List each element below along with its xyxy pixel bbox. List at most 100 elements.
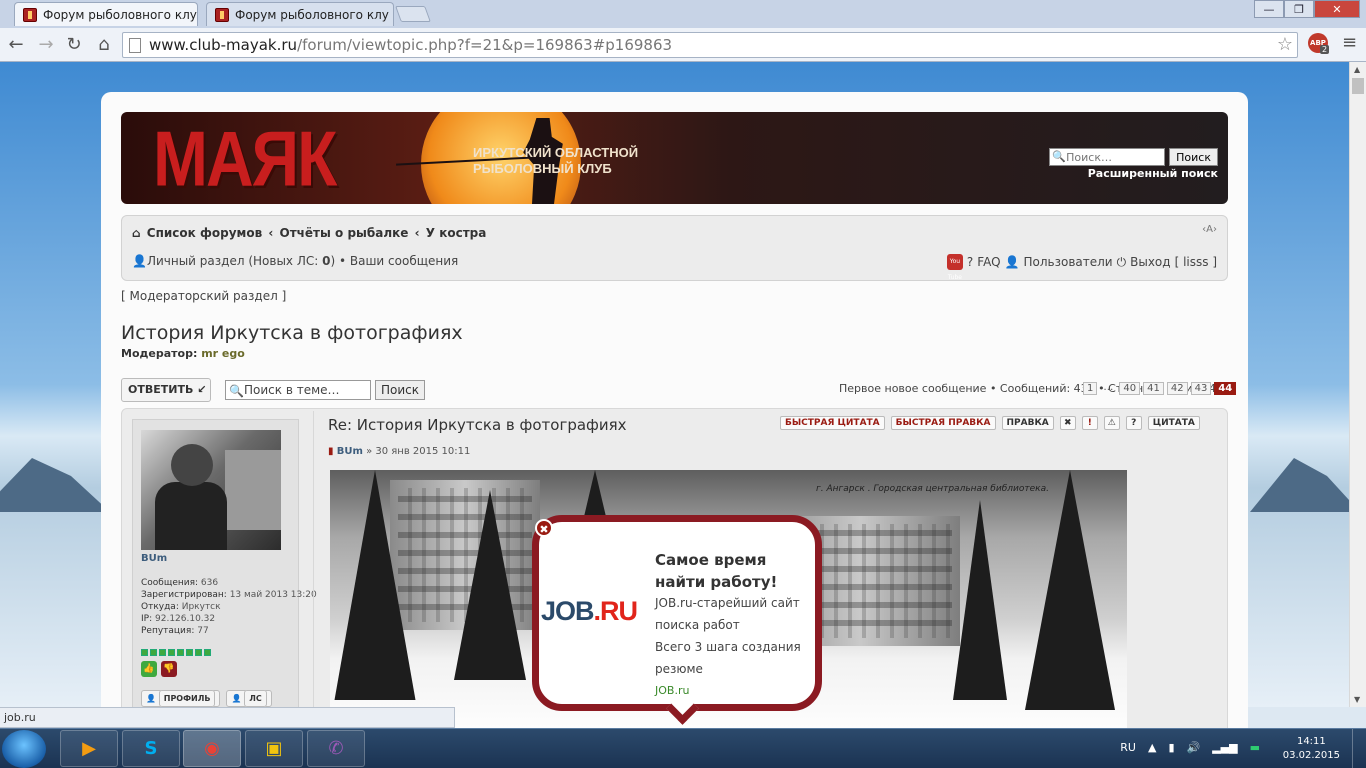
scroll-down-icon[interactable]: ▼ [1354, 695, 1360, 704]
new-tab-button[interactable] [395, 6, 431, 22]
page-link[interactable]: 42 [1166, 382, 1188, 395]
topic-moderator: Модератор: mr ego [121, 347, 245, 360]
pagination: 1 … 40 41 42 43 44 [1083, 382, 1237, 395]
header-search-button[interactable]: Поиск [1169, 148, 1218, 166]
topic-title[interactable]: История Иркутска в фотографиях [121, 322, 463, 344]
clock[interactable]: 14:11 03.02.2015 [1283, 735, 1340, 763]
topic-search-button[interactable]: Поиск [375, 380, 426, 400]
topic-search-input[interactable]: 🔍 Поиск в теме… [225, 380, 371, 400]
logout-username[interactable]: [ lisss ] [1175, 255, 1217, 269]
slogan-line: рыболовный клуб [473, 161, 612, 176]
delete-icon[interactable]: ✖ [1059, 416, 1076, 430]
battery-icon[interactable]: ▬ [1250, 741, 1260, 754]
info-icon[interactable]: ? [1125, 416, 1142, 430]
page-scrollbar[interactable]: ▲ ▼ [1349, 62, 1366, 707]
tab-close-icon[interactable]: × [389, 8, 393, 21]
language-indicator[interactable]: RU [1120, 741, 1136, 754]
reply-button[interactable]: ОТВЕТИТЬ ↙ [121, 378, 211, 402]
edit-button[interactable]: ПРАВКА [1001, 416, 1054, 430]
skype-icon[interactable]: S [122, 730, 180, 767]
volume-icon[interactable]: 🔊 [1187, 741, 1201, 754]
power-icon: ⏻ [1116, 254, 1127, 269]
tab-close-icon[interactable]: × [197, 8, 198, 21]
page-icon [129, 38, 141, 53]
page-link[interactable]: 43 [1190, 382, 1212, 395]
ad-title-line: найти работу! [655, 573, 778, 591]
job-logo[interactable]: JOB.RU [541, 596, 638, 627]
users-link[interactable]: Пользователи [1024, 255, 1113, 269]
minimize-button[interactable]: — [1254, 0, 1284, 18]
back-icon[interactable]: ← [4, 33, 28, 57]
post-author-link[interactable]: BUm [337, 446, 363, 457]
new-pm-label: Новых ЛС: [253, 254, 319, 268]
home-icon[interactable]: ⌂ [92, 33, 116, 57]
moderator-section-link[interactable]: [ Модераторский раздел ] [121, 289, 286, 303]
faq-icon: ? [966, 255, 974, 269]
post-buttons: БЫСТРАЯ ЦИТАТА БЫСТРАЯ ПРАВКА ПРАВКА ✖ !… [780, 416, 1200, 430]
faq-link[interactable]: FAQ [977, 255, 1000, 269]
avatar[interactable] [141, 430, 281, 550]
chrome-icon[interactable]: ◉ [183, 730, 241, 767]
viber-icon[interactable]: ✆ [307, 730, 365, 767]
ad-link[interactable]: JOB.ru [655, 684, 689, 697]
profile-button[interactable]: 👤 ПРОФИЛЬ [141, 690, 221, 707]
thumbs-down-icon[interactable]: 👎 [161, 661, 177, 677]
quick-edit-button[interactable]: БЫСТРАЯ ПРАВКА [890, 416, 996, 430]
site-logo[interactable]: МАЯК [153, 120, 337, 198]
show-desktop-button[interactable] [1352, 729, 1366, 768]
report-icon[interactable]: ! [1081, 416, 1098, 430]
address-bar[interactable]: www.club-mayak.ru/forum/viewtopic.php?f=… [122, 32, 1298, 58]
media-player-icon[interactable]: ▶ [60, 730, 118, 767]
ip-label: IP: [141, 614, 153, 624]
warning-icon[interactable]: ⚠ [1103, 416, 1120, 430]
bookmark-star-icon[interactable]: ☆ [1277, 33, 1293, 57]
reputation-segment [177, 649, 184, 656]
page-link[interactable]: 1 [1083, 382, 1098, 395]
browser-tab-active[interactable]: Форум рыболовного клу × [14, 2, 198, 26]
header-search-input[interactable] [1049, 148, 1166, 166]
scrollbar-thumb[interactable] [1352, 78, 1364, 94]
explorer-icon[interactable]: ▣ [245, 730, 303, 767]
post-author-name[interactable]: BUm [141, 553, 167, 564]
font-size-control[interactable]: ‹A› [1202, 224, 1217, 235]
reload-icon[interactable]: ↻ [62, 33, 86, 57]
header-search: 🔍 Поиск [1049, 148, 1218, 166]
breadcrumb-forums[interactable]: Список форумов [147, 226, 262, 240]
post-title[interactable]: Re: История Иркутска в фотографиях [328, 416, 627, 434]
start-button[interactable] [2, 730, 46, 768]
user-section-link[interactable]: Личный раздел [147, 254, 245, 268]
pm-button[interactable]: 👤 ЛС [226, 690, 272, 707]
quote-button[interactable]: ЦИТАТА [1147, 416, 1200, 430]
signal-icon[interactable]: ▂▄▆ [1212, 741, 1237, 754]
photo-building [390, 480, 540, 630]
my-posts-link[interactable]: Ваши сообщения [350, 254, 458, 268]
page-link[interactable]: 41 [1143, 382, 1164, 395]
tray-expand-icon[interactable]: ▲ [1148, 741, 1156, 754]
job-logo-ru: .RU [593, 596, 638, 626]
breadcrumb-reports[interactable]: Отчёты о рыбалке [280, 226, 409, 240]
breadcrumb: ⌂ Список форумов ‹ Отчёты о рыбалке ‹ У … [132, 226, 488, 240]
close-window-button[interactable]: ✕ [1314, 0, 1360, 18]
advanced-search-link[interactable]: Расширенный поиск [1088, 167, 1218, 180]
browser-tab[interactable]: Форум рыболовного клу × [206, 2, 394, 26]
scroll-up-icon[interactable]: ▲ [1354, 65, 1360, 74]
browser-menu-icon[interactable]: ≡ [1342, 34, 1358, 52]
youtube-icon[interactable]: You Tube [946, 254, 963, 281]
close-icon[interactable]: ✖ [535, 519, 553, 537]
thumbs-up-icon[interactable]: 👍 [141, 661, 157, 677]
network-icon[interactable]: ▮ [1168, 741, 1174, 754]
topic-search: 🔍 Поиск в теме… Поиск [225, 380, 426, 400]
ad-text-line: JOB.ru-старейший сайт поиска работ [655, 596, 800, 632]
breadcrumb-campfire[interactable]: У костра [426, 226, 487, 240]
logout-link[interactable]: Выход [1130, 255, 1170, 269]
maximize-button[interactable]: ❐ [1284, 0, 1314, 18]
new-pm-count[interactable]: 0 [322, 254, 330, 268]
forward-icon[interactable]: → [34, 33, 58, 57]
breadcrumb-separator: ‹ [268, 226, 274, 240]
user-bar: 👤Личный раздел (Новых ЛС: 0) • Ваши сооб… [132, 254, 459, 268]
topic-search-placeholder: Поиск в теме… [244, 383, 340, 397]
quick-quote-button[interactable]: БЫСТРАЯ ЦИТАТА [780, 416, 885, 430]
page-link[interactable]: 40 [1119, 382, 1141, 395]
ad-text-line: Всего 3 шага создания резюме [655, 640, 801, 676]
moderator-link[interactable]: mr ego [201, 347, 245, 360]
